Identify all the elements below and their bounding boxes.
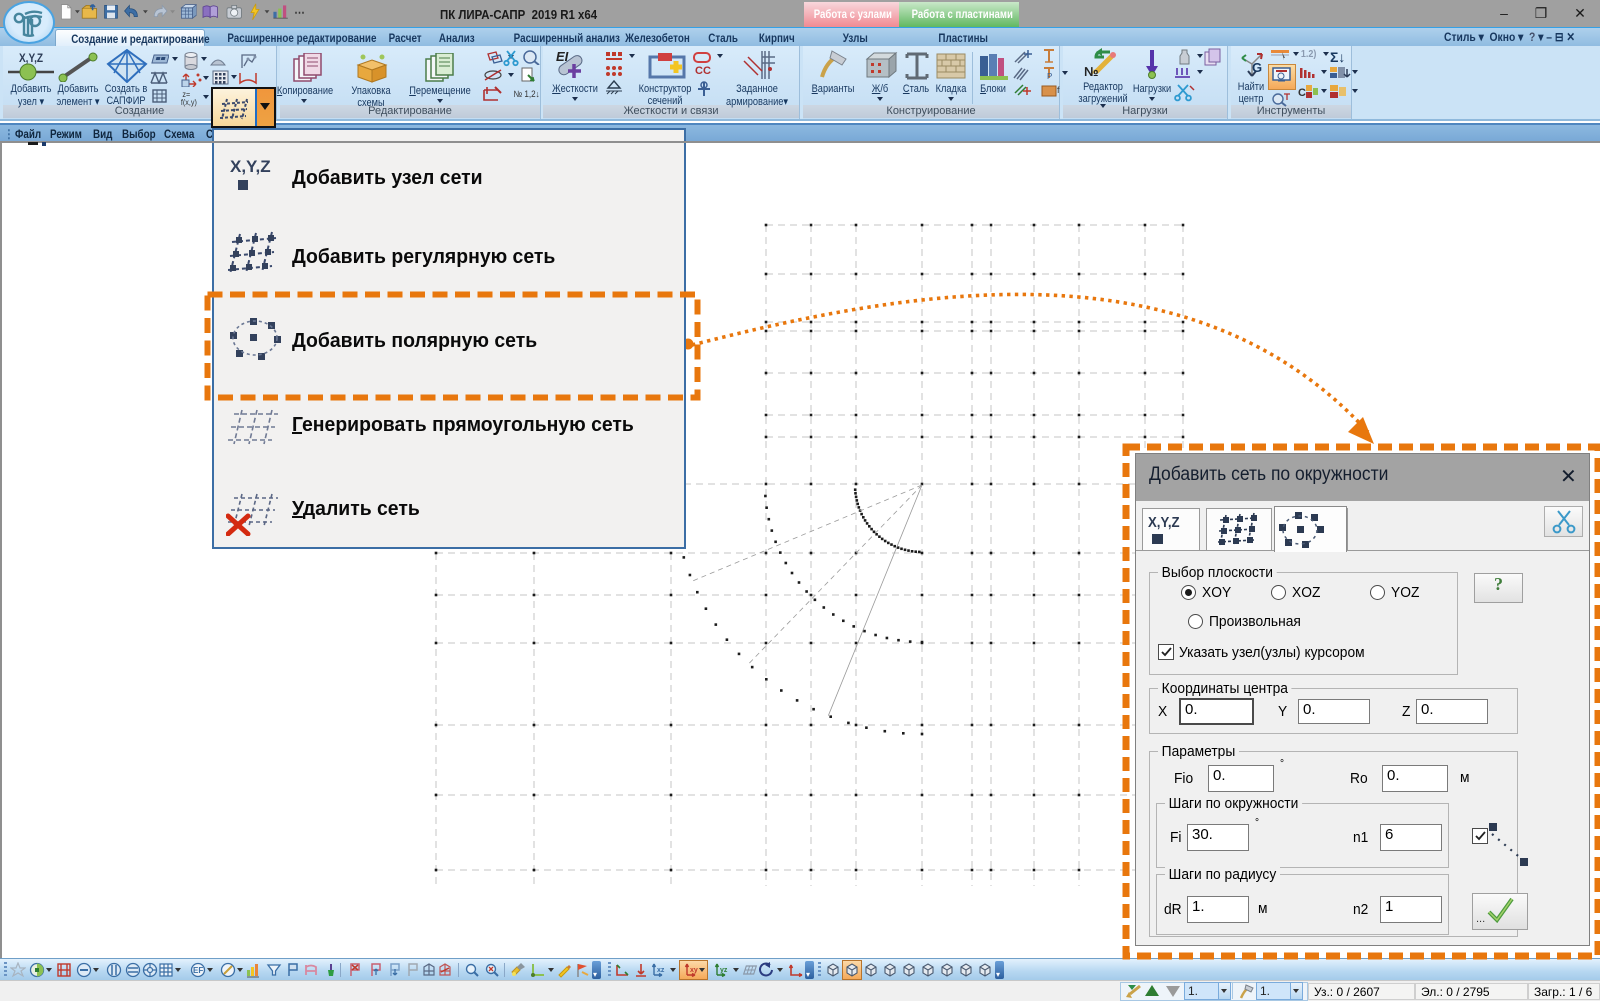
svg-text:f: f: [1057, 85, 1060, 95]
svg-text:xy: xy: [690, 967, 698, 974]
svg-text:C: C: [1298, 87, 1306, 99]
svg-text:EF: EF: [193, 966, 203, 975]
svg-text:yz: yz: [720, 967, 728, 974]
svg-text:P: P: [1047, 72, 1052, 81]
svg-text:№: №: [1084, 64, 1099, 78]
svg-text:xz: xz: [657, 967, 665, 974]
